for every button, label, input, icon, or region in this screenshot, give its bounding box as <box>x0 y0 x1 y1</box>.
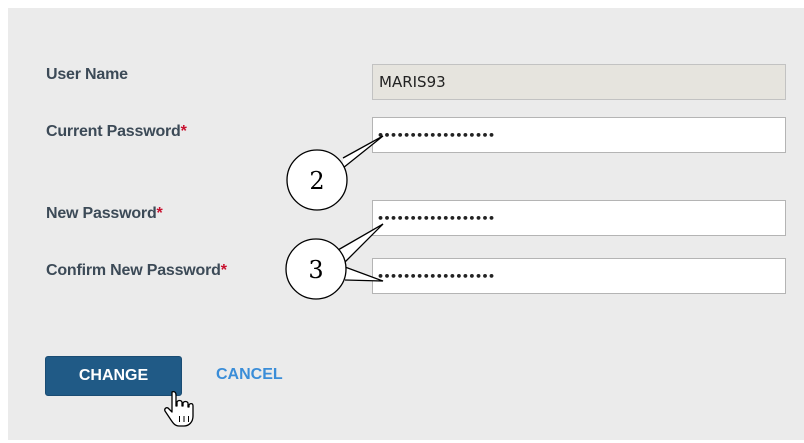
required-marker: * <box>180 123 187 140</box>
current-password-field[interactable] <box>372 117 786 153</box>
required-marker: * <box>220 262 227 279</box>
cancel-link-label: CANCEL <box>216 366 283 383</box>
username-label-text: User Name <box>46 66 128 83</box>
cancel-link[interactable]: CANCEL <box>216 366 283 384</box>
confirm-password-label-text: Confirm New Password <box>46 262 221 279</box>
required-marker: * <box>156 205 163 222</box>
current-password-label: Current Password* <box>46 123 187 141</box>
confirm-password-field[interactable] <box>372 258 786 294</box>
username-field <box>372 64 786 100</box>
change-button[interactable]: CHANGE <box>45 356 182 396</box>
change-button-label: CHANGE <box>78 367 149 384</box>
new-password-label: New Password* <box>46 205 163 223</box>
new-password-label-text: New Password <box>46 205 157 222</box>
new-password-field[interactable] <box>372 200 786 236</box>
confirm-password-label: Confirm New Password* <box>46 262 227 280</box>
current-password-label-text: Current Password <box>46 123 181 140</box>
username-label: User Name <box>46 66 128 84</box>
